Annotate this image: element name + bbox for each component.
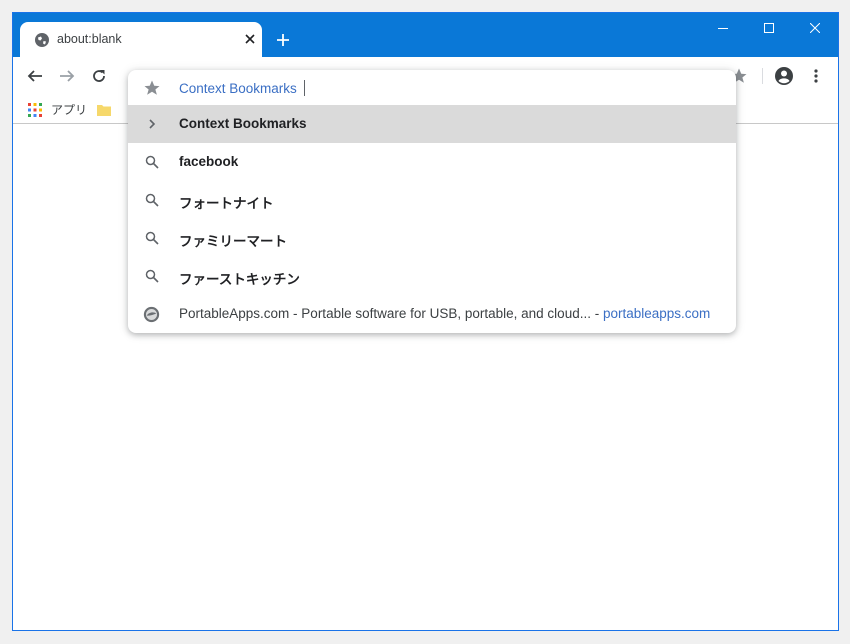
maximize-icon[interactable] — [746, 13, 792, 43]
new-tab-icon[interactable] — [271, 28, 295, 52]
omnibox-input-row[interactable]: Context Bookmarks — [128, 70, 736, 105]
search-icon — [145, 193, 159, 207]
globe-icon — [34, 32, 50, 48]
kebab-menu-icon[interactable] — [804, 64, 828, 88]
suggestion-text: ファーストキッチン — [179, 272, 300, 287]
tab-title: about:blank — [57, 32, 122, 46]
search-icon — [145, 269, 159, 283]
text-caret — [303, 80, 305, 96]
omnibox-dropdown: Context Bookmarks Context Bookmarks face… — [128, 70, 736, 333]
apps-grid-icon[interactable] — [28, 103, 42, 117]
minimize-icon[interactable] — [700, 13, 746, 43]
search-icon — [145, 231, 159, 245]
apps-label[interactable]: アプリ — [51, 101, 87, 118]
suggestion-search-familymart[interactable]: ファミリーマート — [128, 219, 736, 257]
forward-arrow-icon[interactable] — [55, 64, 79, 88]
suggestion-search-first-kitchen[interactable]: ファーストキッチン — [128, 257, 736, 295]
account-icon[interactable] — [772, 64, 796, 88]
suggestion-url: portableapps.com — [602, 306, 711, 321]
site-favicon-icon — [143, 306, 160, 323]
close-window-icon[interactable] — [792, 13, 838, 43]
suggestion-portableapps[interactable]: PortableApps.com - Portable software for… — [128, 295, 736, 333]
suggestion-search-fortnite[interactable]: フォートナイト — [128, 181, 736, 219]
suggestion-context-bookmarks[interactable]: Context Bookmarks — [128, 105, 736, 143]
suggestion-text: PortableApps.com - Portable software for… — [179, 306, 711, 321]
bookmark-folder-icon[interactable] — [97, 104, 111, 116]
suggestion-text: facebook — [179, 154, 239, 169]
browser-window: about:blank アプリ Context Bookmarks Contex… — [12, 12, 839, 631]
omnibox-input[interactable]: Context Bookmarks — [179, 80, 305, 96]
suggestion-search-facebook[interactable]: facebook — [128, 143, 736, 181]
chevron-right-icon — [145, 117, 159, 131]
title-bar: about:blank — [13, 13, 838, 57]
search-icon — [145, 155, 159, 169]
tab-about-blank[interactable]: about:blank — [20, 22, 262, 57]
back-arrow-icon[interactable] — [23, 64, 47, 88]
toolbar-divider — [762, 68, 763, 84]
suggestion-text: フォートナイト — [179, 196, 274, 211]
suggestion-text: Context Bookmarks — [179, 116, 307, 131]
tab-close-icon[interactable] — [240, 29, 260, 49]
suggestion-text: ファミリーマート — [179, 234, 287, 249]
reload-icon[interactable] — [87, 64, 111, 88]
bookmark-star-icon — [143, 79, 161, 97]
